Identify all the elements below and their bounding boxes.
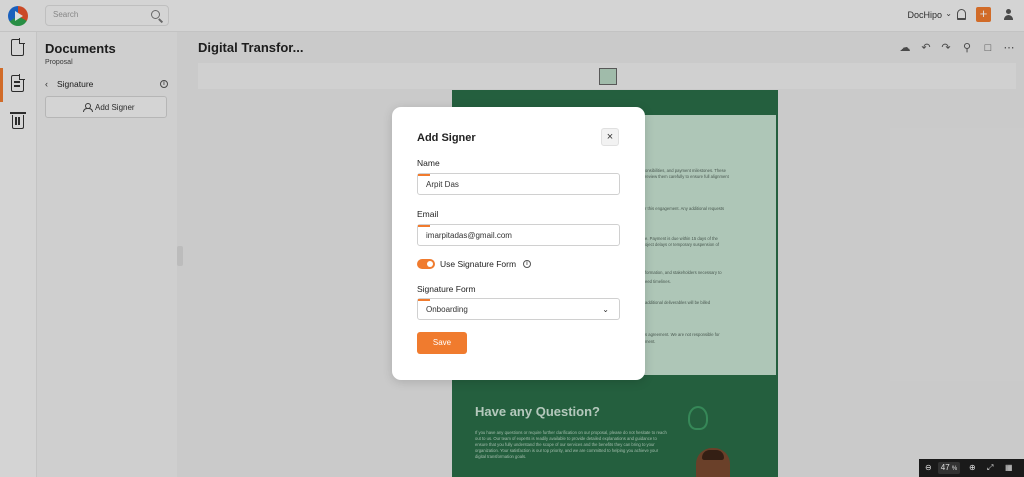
chevron-down-icon: ⌄ xyxy=(602,305,609,314)
signature-form-value: Onboarding xyxy=(426,305,468,314)
name-value: Arpit Das xyxy=(426,180,459,189)
email-field[interactable]: imarpitadas@gmail.com xyxy=(417,224,620,246)
add-signer-dialog: Add Signer × Name Arpit Das Email imarpi… xyxy=(392,107,645,380)
toggle-label: Use Signature Form xyxy=(440,259,517,269)
info-icon[interactable]: i xyxy=(523,260,531,268)
close-icon[interactable]: × xyxy=(601,128,619,146)
signature-form-label: Signature Form xyxy=(417,284,476,294)
email-value: imarpitadas@gmail.com xyxy=(426,231,512,240)
signature-form-select[interactable]: Onboarding ⌄ xyxy=(417,298,620,320)
dialog-title: Add Signer xyxy=(417,132,476,144)
save-button[interactable]: Save xyxy=(417,332,467,354)
name-label: Name xyxy=(417,158,440,168)
signature-form-toggle[interactable] xyxy=(417,259,435,269)
name-field[interactable]: Arpit Das xyxy=(417,173,620,195)
email-label: Email xyxy=(417,209,439,219)
